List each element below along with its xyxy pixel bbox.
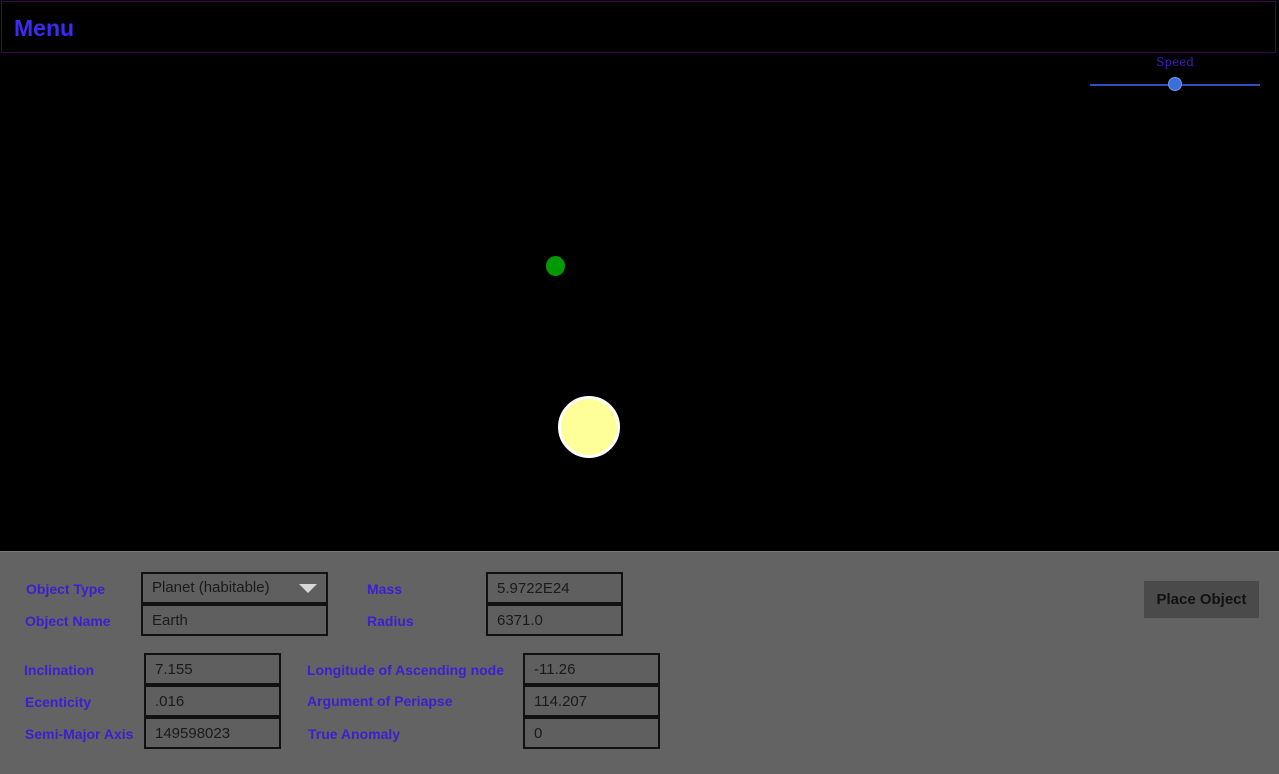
inclination-label: Inclination <box>24 662 94 678</box>
object-name-input[interactable] <box>141 604 328 636</box>
object-type-value: Planet (habitable) <box>152 579 270 596</box>
mass-input[interactable] <box>486 572 623 604</box>
longitude-ascending-node-input[interactable] <box>523 653 660 685</box>
true-anomaly-input[interactable] <box>523 717 660 749</box>
radius-input[interactable] <box>486 604 623 636</box>
star-object[interactable] <box>558 396 620 458</box>
mass-label: Mass <box>367 581 403 597</box>
true-anomaly-label: True Anomaly <box>308 726 401 742</box>
object-type-select[interactable]: Planet (habitable) <box>141 572 328 604</box>
semi-major-axis-label: Semi-Major Axis <box>25 726 134 742</box>
semi-major-axis-input[interactable] <box>144 717 281 749</box>
argument-periapse-label: Argument of Periapse <box>307 693 453 709</box>
eccentricity-input[interactable] <box>144 685 281 717</box>
menu-button[interactable]: Menu <box>14 15 74 42</box>
eccentricity-label: Ecenticity <box>25 694 92 710</box>
argument-periapse-input[interactable] <box>523 685 660 717</box>
longitude-ascending-node-label: Longitude of Ascending node <box>307 662 505 678</box>
planet-object[interactable] <box>546 256 565 276</box>
menu-bar: Menu <box>1 1 1276 53</box>
inclination-input[interactable] <box>144 653 281 685</box>
object-type-label: Object Type <box>26 581 106 597</box>
radius-label: Radius <box>367 613 414 629</box>
object-name-label: Object Name <box>25 613 111 629</box>
speed-label: Speed <box>1156 55 1194 69</box>
place-object-button[interactable]: Place Object <box>1144 581 1259 618</box>
chevron-down-icon <box>299 584 317 593</box>
speed-slider-thumb[interactable] <box>1168 77 1182 91</box>
